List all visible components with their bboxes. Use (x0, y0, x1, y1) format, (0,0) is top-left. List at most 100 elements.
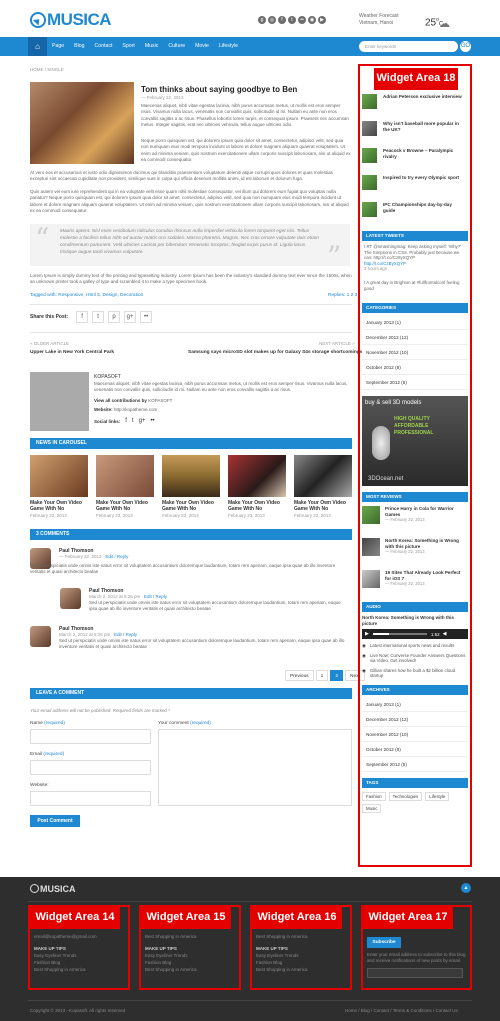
nav-item-page[interactable]: Page (47, 37, 69, 56)
breadcrumb[interactable]: HOME / SINGLE (30, 67, 64, 72)
carousel-item[interactable]: Make Your Own Video Game With No Februar… (30, 455, 88, 518)
google-plus-icon[interactable]: g (258, 16, 266, 24)
carousel-item[interactable]: Make Your Own Video Game With No Februar… (228, 455, 286, 518)
footer-logo[interactable]: MUSICA (30, 884, 76, 894)
older-article-label[interactable]: « OLDER ARTICLE (30, 341, 69, 346)
comment-reply-link[interactable]: Edit / Reply (144, 594, 167, 599)
archive-item[interactable]: October 2012 (8) (362, 742, 468, 757)
nav-item-music[interactable]: Music (140, 37, 164, 56)
flickr-share-icon[interactable]: •• (140, 311, 153, 323)
footer-link[interactable]: Fashion Blog (34, 959, 124, 966)
comment-reply-link[interactable]: Edit / Reply (105, 554, 128, 559)
search-button[interactable]: GO (460, 41, 471, 52)
nav-item-blog[interactable]: Blog (69, 37, 89, 56)
footer-link[interactable]: Best Shopping in America (145, 933, 235, 940)
author-contributions[interactable]: View all contributions by KOPASOFT (94, 398, 172, 403)
footer-links[interactable]: Home / Blog / Contact / Terms & Conditio… (345, 1008, 458, 1013)
post-comment-button[interactable]: Post Comment (30, 815, 80, 827)
sidebar-post[interactable]: Adrian Peterson exclusive interview (362, 94, 468, 121)
nav-item-sport[interactable]: Sport (117, 37, 139, 56)
subscribe-email-field[interactable] (367, 968, 463, 978)
home-icon[interactable]: ⌂ (28, 37, 47, 56)
footer-link[interactable]: Best Shopping in America (256, 933, 346, 940)
carousel-item[interactable]: Make Your Own Video Game With No Februar… (162, 455, 220, 518)
category-item[interactable]: November 2012 (10) (362, 345, 468, 360)
pager-prev-button[interactable]: Previous (285, 670, 314, 681)
sidebar-post[interactable]: Inspired to try every Olympic sport (362, 175, 468, 202)
comment-textarea[interactable] (158, 729, 352, 806)
footer-link[interactable]: Easy Eyeliner Trends (256, 952, 346, 959)
audio-track[interactable]: ◉ Latest international sports news and re… (362, 643, 468, 649)
search-input[interactable]: Enter keywords (359, 41, 458, 52)
footer-link[interactable]: Fashion Blog (145, 959, 235, 966)
archive-item[interactable]: November 2012 (10) (362, 727, 468, 742)
flickr-icon[interactable]: •• (150, 418, 154, 424)
ad-banner[interactable]: buy & sell 3D models HIGH QUALITY AFFORD… (362, 396, 468, 486)
pager-page-2[interactable]: 2 (330, 670, 344, 681)
carousel-item[interactable]: Make Your Own Video Game With No Februar… (294, 455, 352, 518)
pager-page-1[interactable]: 1 (315, 670, 329, 681)
email-field[interactable] (30, 760, 151, 775)
archive-item[interactable]: January 2013 (1) (362, 697, 468, 712)
audio-player[interactable]: ▶ 1:52 ◀ (362, 629, 468, 639)
back-to-top-icon[interactable]: ▲ (461, 883, 471, 893)
nav-item-movie[interactable]: Movie (190, 37, 214, 56)
google-plus-share-icon[interactable]: g+ (124, 311, 137, 323)
tag[interactable]: Music (362, 803, 382, 813)
archive-item[interactable]: December 2012 (12) (362, 712, 468, 727)
sidebar-post[interactable]: Peacock v Browne – Paralympic rivalry (362, 148, 468, 175)
site-logo[interactable]: MUSICA (30, 10, 112, 30)
audio-track[interactable]: ◉ Live Now: Converse Founder Answers Ques… (362, 653, 468, 664)
next-article-label[interactable]: NEXT ARTICLE » (319, 341, 355, 346)
tag[interactable]: Lifestyle (425, 791, 450, 801)
post-tags[interactable]: Tagged with: Responsive, Html 5, Design,… (30, 293, 143, 298)
facebook-icon[interactable]: f (125, 418, 127, 424)
review-item[interactable]: North Korea: Something is Wrong with thi… (362, 538, 468, 570)
post-replies[interactable]: Replies: 1 2 3 (328, 293, 357, 298)
category-item[interactable]: December 2012 (12) (362, 330, 468, 345)
twitter-share-icon[interactable]: t (92, 311, 105, 323)
twitter-icon[interactable]: t (288, 16, 296, 24)
youtube-icon[interactable]: ▶ (318, 16, 326, 24)
category-item[interactable]: September 2012 (5) (362, 375, 468, 390)
footer-link[interactable]: Easy Eyeliner Trends (145, 952, 235, 959)
name-field[interactable] (30, 729, 151, 744)
dribbble-icon[interactable]: ◎ (268, 16, 276, 24)
comment-reply-link[interactable]: Edit / Reply (114, 632, 137, 637)
footer-link[interactable]: Easy Eyeliner Trends (34, 952, 124, 959)
facebook-icon[interactable]: f (278, 16, 286, 24)
author-website[interactable]: Website: http://kopatheme.com (94, 407, 157, 412)
subscribe-button[interactable]: Subscribe (367, 937, 401, 948)
archive-item[interactable]: September 2012 (5) (362, 757, 468, 772)
footer-link[interactable]: Best Shopping in America (256, 966, 346, 973)
review-item[interactable]: 19 Sites That Already Look Perfect for i… (362, 570, 468, 600)
audio-progress[interactable] (372, 633, 427, 635)
nav-item-culture[interactable]: Culture (163, 37, 190, 56)
sidebar-post[interactable]: IPC Championships day-by-day guide (362, 202, 468, 229)
category-item[interactable]: October 2012 (8) (362, 360, 468, 375)
facebook-share-icon[interactable]: f (76, 311, 89, 323)
play-icon[interactable]: ▶ (365, 631, 369, 637)
flickr-icon[interactable]: •• (298, 16, 306, 24)
google-plus-icon[interactable]: g+ (139, 418, 146, 424)
sidebar-post[interactable]: Why isn't baseball more popular in the U… (362, 121, 468, 148)
volume-icon[interactable]: ◀ (443, 631, 447, 637)
twitter-icon[interactable]: t (132, 418, 134, 424)
footer-email[interactable]: email@kopatheme@gmail.com (34, 933, 124, 940)
next-article-link[interactable]: Samsung says microSD slot makes up for G… (188, 350, 362, 355)
older-article-link[interactable]: Upper Lake in New York Central Park (30, 350, 114, 355)
nav-item-lifestyle[interactable]: Lifestyle (214, 37, 243, 56)
footer-link[interactable]: Fashion Blog (256, 959, 346, 966)
review-item[interactable]: Prince Harry in Cola for Warrior Games —… (362, 506, 468, 538)
website-field[interactable] (30, 791, 151, 806)
footer-link[interactable]: Best Shopping in America (145, 966, 235, 973)
rss-icon[interactable]: ◉ (308, 16, 316, 24)
tag[interactable]: Technologies (388, 791, 423, 801)
pinterest-share-icon[interactable]: p (108, 311, 121, 323)
audio-track[interactable]: ◉ Gillian shares how he built a $2 billio… (362, 668, 468, 679)
tag[interactable]: Fashion (362, 791, 386, 801)
category-item[interactable]: January 2013 (1) (362, 315, 468, 330)
footer-link[interactable]: Best Shopping in America (34, 966, 124, 973)
nav-item-contact[interactable]: Contact (90, 37, 118, 56)
carousel-item[interactable]: Make Your Own Video Game With No Februar… (96, 455, 154, 518)
